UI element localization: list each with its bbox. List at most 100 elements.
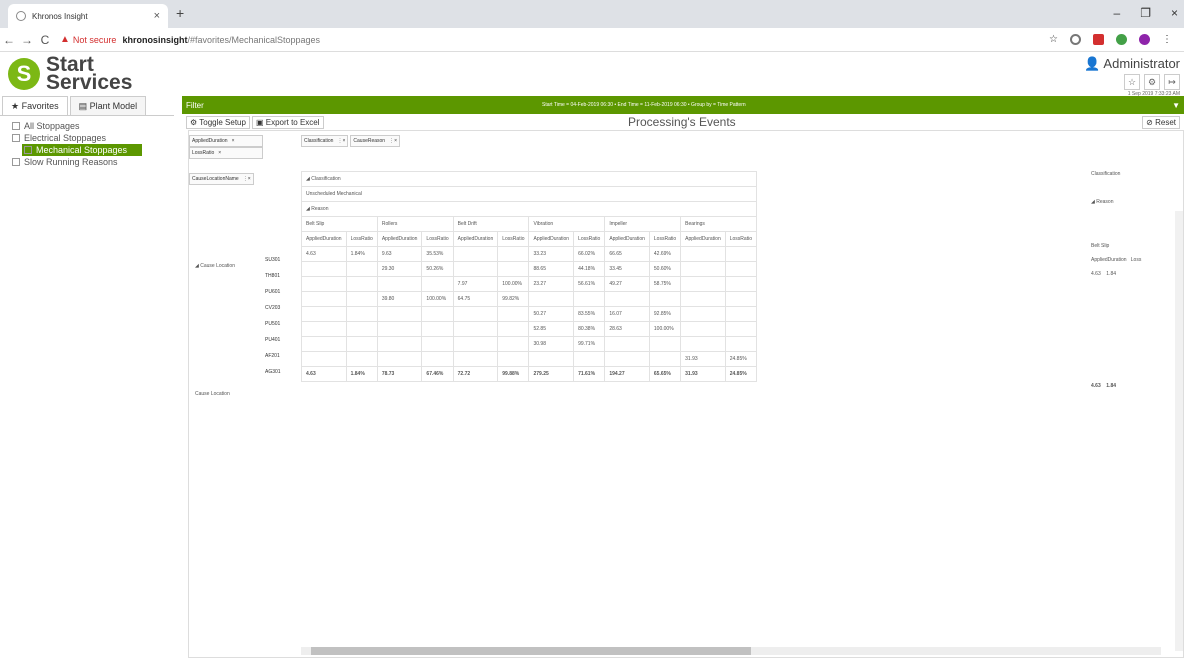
new-tab-button[interactable]: + <box>176 5 184 21</box>
tab-favorites[interactable]: ★ Favorites <box>2 96 68 115</box>
table-cell <box>301 261 347 277</box>
reason-label: Vibration <box>528 216 606 232</box>
column-chip[interactable]: CauseReason ⋮× <box>350 135 400 147</box>
table-cell <box>680 321 726 337</box>
table-cell: 42.69% <box>648 246 682 262</box>
table-cell <box>724 276 757 292</box>
table-cell <box>528 351 575 367</box>
table-cell <box>724 306 757 322</box>
extension-icon[interactable] <box>1070 34 1081 45</box>
row-group-label[interactable]: ◢ Cause Location <box>195 263 235 269</box>
filter-bar[interactable]: Filter Start Time = 04-Feb-2019 06:30 • … <box>182 96 1184 114</box>
cube-icon <box>24 146 32 154</box>
browser-tab[interactable]: Khronos Insight × <box>8 4 168 28</box>
extension-icon[interactable] <box>1093 34 1104 45</box>
location-label: PU401 <box>265 337 281 343</box>
filter-summary: Start Time = 04-Feb-2019 06:30 • End Tim… <box>542 102 746 108</box>
table-cell <box>376 321 423 337</box>
table-row: 4.63 1.84% 9.63 35.53% 33.23 66.02% 66.65 42.69… <box>301 246 757 262</box>
maximize-icon[interactable]: ❐ <box>1140 6 1151 20</box>
extension-icon[interactable] <box>1116 34 1127 45</box>
table-cell <box>680 276 726 292</box>
logout-icon[interactable]: ↦ <box>1164 74 1180 90</box>
remove-icon[interactable]: × <box>218 150 221 156</box>
toggle-setup-button[interactable]: ⚙ Toggle Setup <box>186 115 250 129</box>
table-row: 29.30 50.26% 88.65 44.18% 33.45 50.60% <box>301 261 757 277</box>
table-cell <box>345 351 378 367</box>
total-cell: 279.25 <box>528 366 575 382</box>
back-icon[interactable]: ← <box>0 33 18 47</box>
menu-icon[interactable]: ⋮ <box>1162 34 1172 45</box>
value-chip[interactable]: AppliedDuration × <box>189 135 263 147</box>
table-cell <box>497 351 530 367</box>
measure-row: AppliedDuration LossRatio AppliedDuration L… <box>301 231 757 247</box>
table-cell: 29.30 <box>376 261 423 277</box>
reason-header[interactable]: ◢ Reason <box>301 201 757 217</box>
table-cell: 58.75% <box>648 276 682 292</box>
export-excel-button[interactable]: ▣ Export to Excel <box>251 115 324 129</box>
reset-button[interactable]: ⊘ Reset <box>1142 115 1180 129</box>
table-cell <box>452 336 499 352</box>
table-cell <box>345 321 378 337</box>
table-cell: 88.65 <box>528 261 575 277</box>
remove-icon[interactable]: ⋮× <box>389 138 397 144</box>
vertical-scrollbar[interactable] <box>1175 211 1183 651</box>
table-cell <box>724 336 757 352</box>
reason-label: Bearings <box>680 216 757 232</box>
table-cell <box>724 261 757 277</box>
chip-label: CauseLocationName <box>192 176 239 182</box>
favorite-icon[interactable]: ☆ <box>1124 74 1140 90</box>
classification-value: Unscheduled Mechanical <box>301 186 757 202</box>
minimize-icon[interactable]: – <box>1114 6 1121 20</box>
table-cell <box>421 336 454 352</box>
tab-plant-model[interactable]: ▤ Plant Model <box>69 96 147 115</box>
table-cell: 100.00% <box>648 321 682 337</box>
close-icon[interactable]: × <box>1171 6 1178 20</box>
table-cell <box>497 306 530 322</box>
measure-header: LossRatio <box>648 231 682 247</box>
classification-header[interactable]: ◢ Classification <box>301 171 757 187</box>
table-cell <box>301 306 347 322</box>
user-name[interactable]: 👤 Administrator <box>1084 56 1180 72</box>
reason-label: Belt Slip <box>301 216 378 232</box>
table-cell <box>301 336 347 352</box>
table-cell <box>680 291 726 307</box>
forward-icon[interactable]: → <box>18 33 36 47</box>
row-chip[interactable]: CauseLocationName ⋮× <box>189 173 254 185</box>
remove-icon[interactable]: ⋮× <box>337 138 345 144</box>
expand-icon[interactable]: ▼ <box>1172 101 1180 110</box>
logo-icon: S <box>8 58 40 90</box>
reason-label: Rollers <box>376 216 454 232</box>
gear-icon[interactable]: ⚙ <box>1144 74 1160 90</box>
table-cell: 99.71% <box>573 336 606 352</box>
table-cell: 33.23 <box>528 246 575 262</box>
right-measure2: Loss <box>1130 257 1142 263</box>
table-cell: 4.63 <box>301 246 347 262</box>
url-field[interactable]: khronosinsight/#favorites/MechanicalStop… <box>122 35 320 45</box>
sidebar-item-mechanical-stoppages[interactable]: Mechanical Stoppages <box>22 144 142 156</box>
close-tab-icon[interactable]: × <box>154 10 160 22</box>
remove-icon[interactable]: ⋮× <box>243 176 251 182</box>
table-row: 39.80 100.00% 64.75 99.82% <box>301 291 757 307</box>
remove-icon[interactable]: × <box>232 138 235 144</box>
table-cell <box>452 261 499 277</box>
horizontal-scrollbar[interactable] <box>301 647 1161 655</box>
column-chip[interactable]: Classification ⋮× <box>301 135 349 147</box>
total-cell: 99.88% <box>497 366 530 382</box>
star-icon[interactable]: ☆ <box>1049 34 1058 45</box>
sidebar-item-electrical-stoppages[interactable]: Electrical Stoppages <box>12 132 174 144</box>
profile-icon[interactable] <box>1139 34 1150 45</box>
sidebar-item-all-stoppages[interactable]: All Stoppages <box>12 120 174 132</box>
table-cell <box>452 246 499 262</box>
total-cell: 194.27 <box>604 366 650 382</box>
table-cell <box>648 291 682 307</box>
right-reason[interactable]: ◢ Reason <box>1091 199 1183 243</box>
scroll-thumb[interactable] <box>311 647 751 655</box>
right-classification: Classification <box>1091 171 1121 177</box>
total-cell: 67.46% <box>421 366 454 382</box>
reload-icon[interactable]: C <box>36 33 54 47</box>
sidebar-item-slow-running-reasons[interactable]: Slow Running Reasons <box>12 156 174 168</box>
app-header: S Start Services 👤 Administrator ☆ ⚙ ↦ 1… <box>0 52 1184 97</box>
value-chip[interactable]: LossRatio × <box>189 147 263 159</box>
url-host: khronosinsight <box>122 34 188 45</box>
